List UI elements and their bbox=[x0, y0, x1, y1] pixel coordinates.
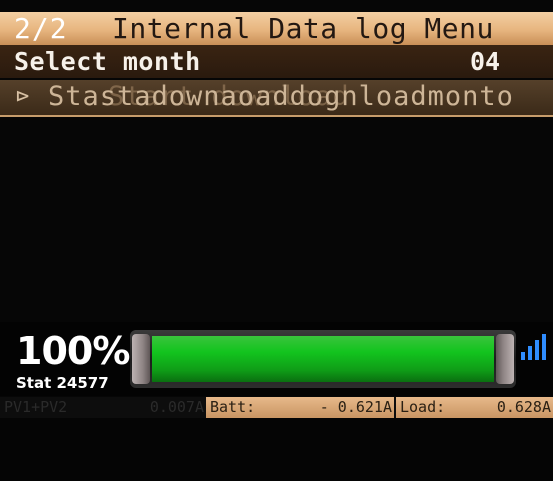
month-value[interactable]: 04 bbox=[470, 46, 500, 77]
battery-cap-right bbox=[496, 334, 514, 384]
batt-value: - 0.621A bbox=[319, 398, 392, 416]
pv-value: 0.007A bbox=[149, 398, 204, 416]
batt-label: Batt: bbox=[210, 398, 256, 416]
select-month-row[interactable]: Select month 04 bbox=[0, 45, 553, 78]
pv-readout: PV1+PV2 0.007A bbox=[0, 397, 206, 418]
device-screen: 2/2 Internal Data log Menu Select month … bbox=[0, 0, 553, 418]
select-month-label: Select month bbox=[14, 47, 201, 76]
readout-strip: PV1+PV2 0.007A Batt: - 0.621A Load: 0.62… bbox=[0, 397, 553, 418]
battery-cap-left bbox=[132, 334, 150, 384]
menu-title-bar: 2/2 Internal Data log Menu bbox=[0, 12, 553, 45]
signal-bars-icon bbox=[521, 334, 546, 360]
load-current-readout: Load: 0.628A bbox=[396, 397, 553, 418]
battery-track bbox=[152, 336, 494, 382]
action-text: Stastadownaoaddognloadmonto bbox=[48, 81, 514, 112]
pv-label: PV1+PV2 bbox=[4, 398, 68, 416]
stat-counter: Stat 24577 bbox=[16, 374, 109, 392]
battery-fill bbox=[152, 336, 494, 382]
battery-current-readout: Batt: - 0.621A bbox=[206, 397, 394, 418]
start-download-row[interactable]: ⊳ Start download Stastadownaoaddognloadm… bbox=[0, 80, 553, 117]
menu-title: Internal Data log Menu bbox=[112, 12, 494, 45]
battery-percent: 100% bbox=[16, 329, 130, 373]
load-value: 0.628A bbox=[496, 398, 551, 416]
load-label: Load: bbox=[400, 398, 446, 416]
page-indicator: 2/2 bbox=[14, 12, 68, 45]
arrow-right-icon: ⊳ bbox=[16, 84, 30, 109]
battery-gauge bbox=[130, 330, 516, 388]
